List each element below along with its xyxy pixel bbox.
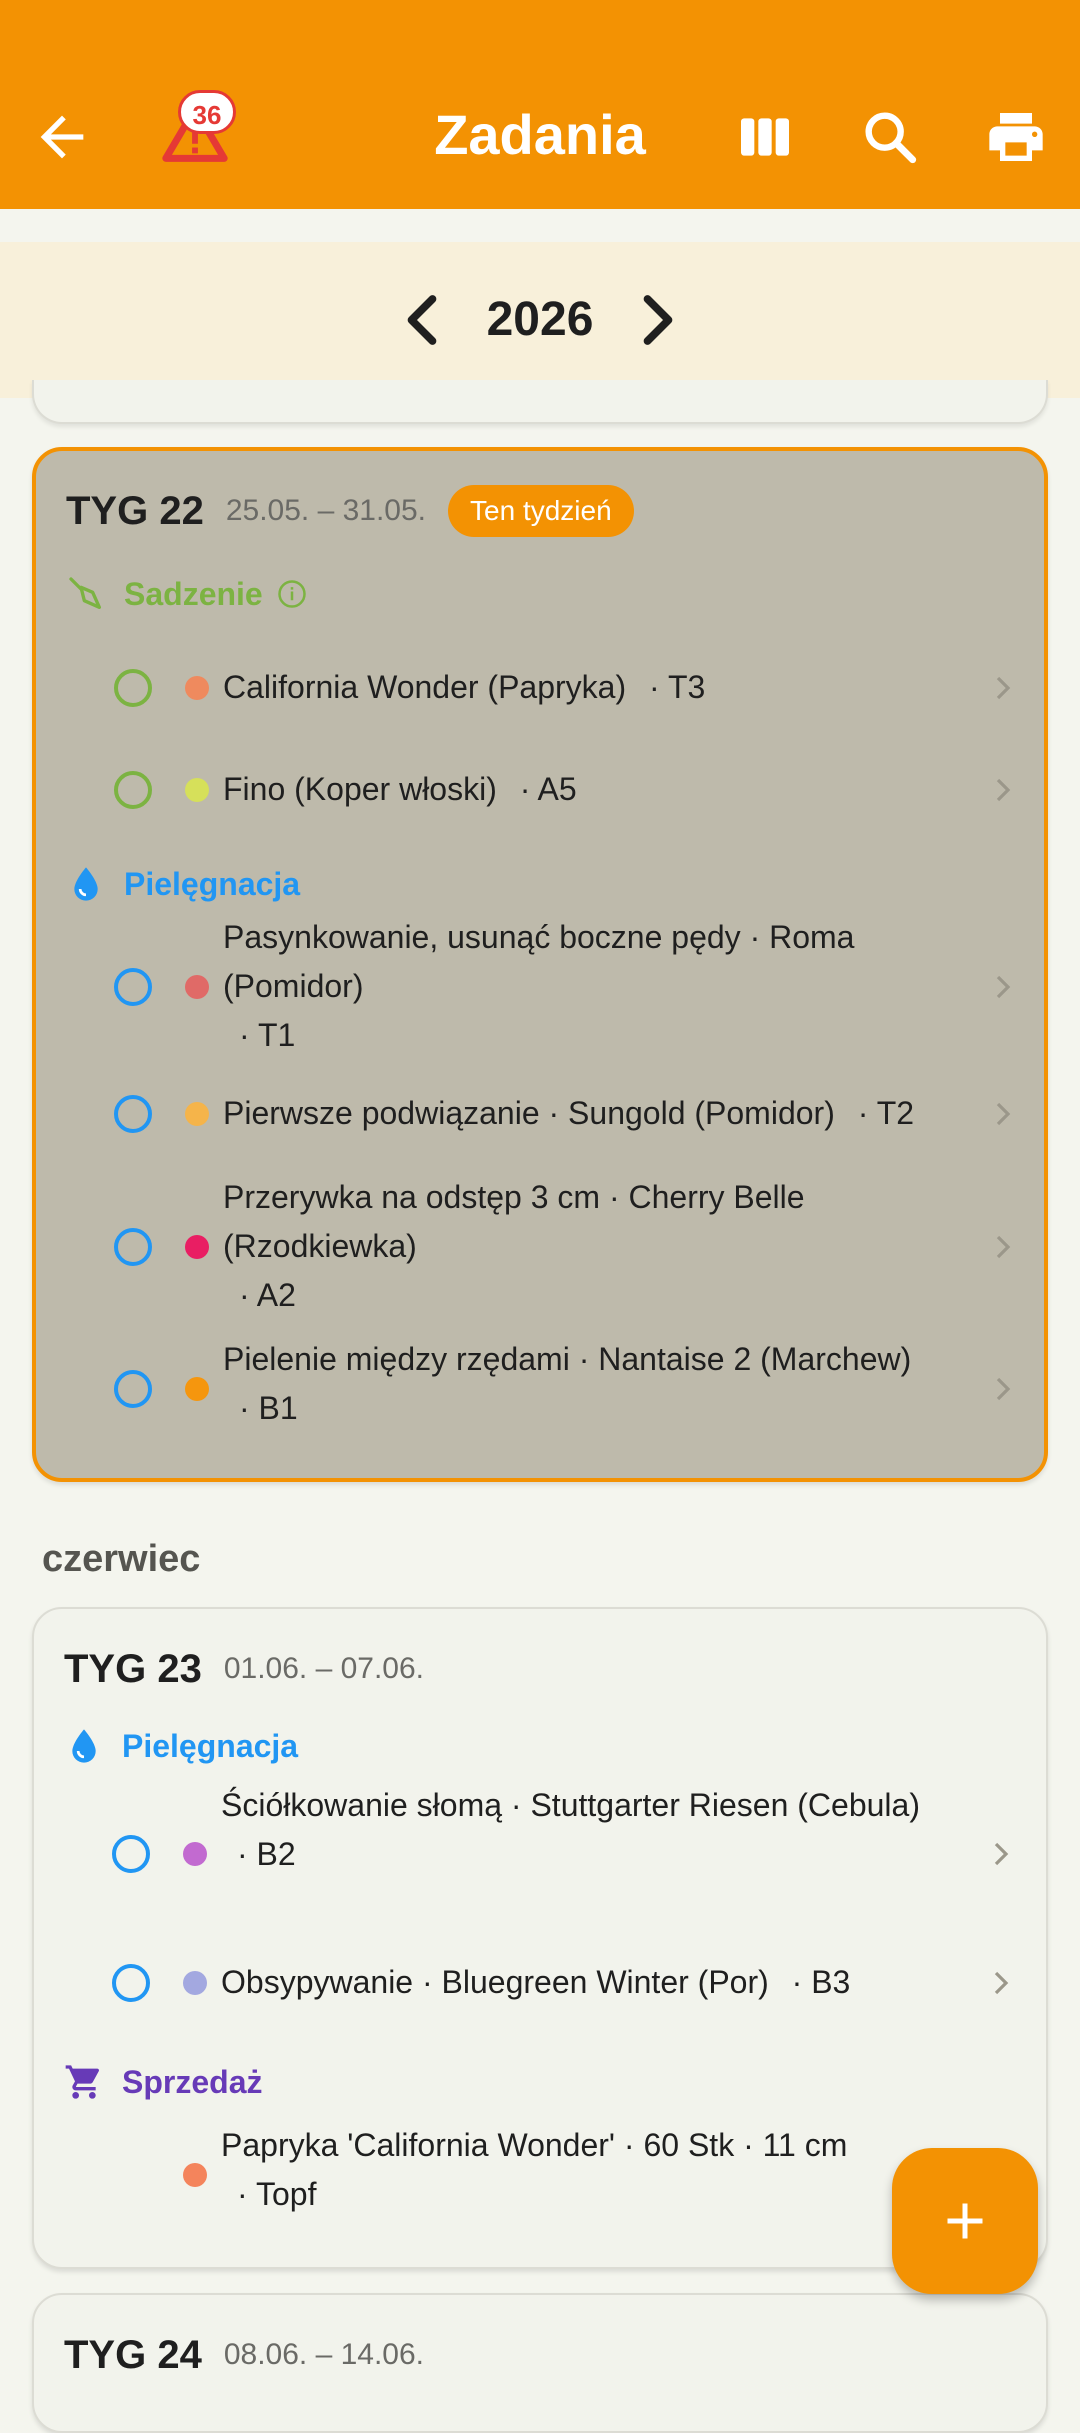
plus-icon <box>947 2203 983 2239</box>
week-range: 01.06. – 07.06. <box>223 1652 425 1685</box>
week-number: TYG 24 <box>64 2332 202 2377</box>
task-row[interactable]: California Wonder (Papryka) · T3 <box>36 651 1048 725</box>
year-label: 2026 <box>486 293 594 346</box>
task-text: Papryka 'California Wonder' · 60 Stk · 1… <box>221 2127 848 2163</box>
task-checkbox[interactable] <box>112 1964 150 2002</box>
columns-icon[interactable] <box>733 105 797 169</box>
chevron-right-icon[interactable] <box>636 292 680 348</box>
task-text: California Wonder (Papryka) <box>223 669 627 705</box>
plant-color-dot <box>185 1235 209 1259</box>
week-header: TYG 24 08.06. – 14.06. <box>64 2325 446 2385</box>
category-care: Pielęgnacja <box>64 1721 298 1771</box>
water-drop-icon <box>74 867 98 901</box>
plant-color-dot <box>185 778 209 802</box>
week-card-24: TYG 24 08.06. – 14.06. <box>32 2293 1048 2433</box>
category-label: Pielęgnacja <box>124 865 301 902</box>
task-bed: · T2 <box>857 1095 915 1131</box>
add-task-button[interactable] <box>892 2148 1038 2294</box>
plant-color-dot <box>185 975 209 999</box>
info-icon[interactable] <box>277 579 307 609</box>
task-bed: · B2 <box>237 1836 296 1872</box>
plant-color-dot <box>183 1971 207 1995</box>
task-row[interactable]: Pasynkowanie, usunąć boczne pędy · Roma … <box>36 913 1048 1063</box>
week-range: 25.05. – 31.05. <box>225 494 427 527</box>
category-label: Pielęgnacja <box>122 1727 299 1764</box>
week-number: TYG 22 <box>66 488 204 533</box>
week-number: TYG 23 <box>64 1646 202 1691</box>
task-text: Pielenie między rzędami · Nantaise 2 (Ma… <box>223 1341 912 1377</box>
plant-color-dot <box>185 676 209 700</box>
task-bed: · A2 <box>239 1277 296 1313</box>
chevron-right-icon <box>996 676 1011 700</box>
chevron-right-icon <box>994 1842 1009 1866</box>
task-bed: · T3 <box>649 669 706 705</box>
task-text: Ściółkowanie słomą · Stuttgarter Riesen … <box>221 1787 920 1823</box>
task-checkbox[interactable] <box>114 1228 152 1266</box>
category-sowing: Sadzenie <box>66 569 307 619</box>
task-bed: · T1 <box>239 1017 296 1053</box>
task-checkbox[interactable] <box>114 1095 152 1133</box>
chevron-right-icon <box>996 778 1011 802</box>
print-icon[interactable] <box>984 105 1048 169</box>
task-row[interactable]: Fino (Koper włoski) · A5 <box>36 753 1048 827</box>
task-text: Przerywka na odstęp 3 cm · Cherry Belle … <box>223 1179 805 1264</box>
category-label: Sprzedaż <box>122 2063 263 2100</box>
year-navigator: 2026 <box>0 242 1080 398</box>
shopping-cart-icon <box>65 2065 100 2099</box>
task-row[interactable]: Ściółkowanie słomą · Stuttgarter Riesen … <box>34 1781 1046 1931</box>
week-header: TYG 22 25.05. – 31.05. Ten tydzień <box>66 481 634 541</box>
task-bed: · B3 <box>791 1964 851 2000</box>
task-text: Pasynkowanie, usunąć boczne pędy · Roma … <box>223 919 855 1004</box>
task-bed: · A5 <box>519 771 577 807</box>
month-header: czerwiec <box>42 1538 201 1580</box>
task-row[interactable]: Pielenie między rzędami · Nantaise 2 (Ma… <box>36 1335 1048 1445</box>
category-sales: Sprzedaż <box>64 2057 262 2107</box>
plant-color-dot <box>183 1842 207 1866</box>
task-checkbox[interactable] <box>112 1835 150 1873</box>
task-text: Pierwsze podwiązanie · Sungold (Pomidor) <box>223 1095 835 1131</box>
task-text: Fino (Koper włoski) <box>223 771 497 807</box>
category-label: Sadzenie <box>124 575 263 612</box>
search-icon[interactable] <box>858 105 922 169</box>
chevron-right-icon <box>996 1102 1011 1126</box>
task-row[interactable]: Przerywka na odstęp 3 cm · Cherry Belle … <box>36 1173 1048 1323</box>
app-bar: 36 Zadania <box>0 0 1080 209</box>
chevron-right-icon <box>996 1235 1011 1259</box>
current-week-badge: Ten tydzień <box>448 485 634 537</box>
plant-color-dot <box>183 2163 207 2187</box>
trowel-icon <box>69 577 102 609</box>
task-row[interactable]: Pierwsze podwiązanie · Sungold (Pomidor)… <box>36 1077 1048 1151</box>
water-drop-icon <box>72 1729 96 1763</box>
task-checkbox[interactable] <box>114 1370 152 1408</box>
week-card-22: TYG 22 25.05. – 31.05. Ten tydzień Sadze… <box>32 447 1048 1482</box>
task-checkbox[interactable] <box>114 968 152 1006</box>
task-bed: · B1 <box>239 1390 298 1426</box>
chevron-right-icon <box>994 1971 1009 1995</box>
task-checkbox[interactable] <box>114 669 152 707</box>
task-checkbox[interactable] <box>114 771 152 809</box>
week-range: 08.06. – 14.06. <box>223 2338 425 2371</box>
task-text: Obsypywanie · Bluegreen Winter (Por) <box>221 1964 769 2000</box>
chevron-right-icon <box>996 975 1011 999</box>
task-row[interactable]: Obsypywanie · Bluegreen Winter (Por) · B… <box>34 1946 1046 2020</box>
plant-color-dot <box>185 1377 209 1401</box>
category-care: Pielęgnacja <box>66 859 300 909</box>
previous-week-card <box>32 380 1048 424</box>
task-bed: · Topf <box>237 2176 317 2212</box>
chevron-right-icon <box>996 1377 1011 1401</box>
plant-color-dot <box>185 1102 209 1126</box>
week-header: TYG 23 01.06. – 07.06. <box>64 1639 446 1699</box>
